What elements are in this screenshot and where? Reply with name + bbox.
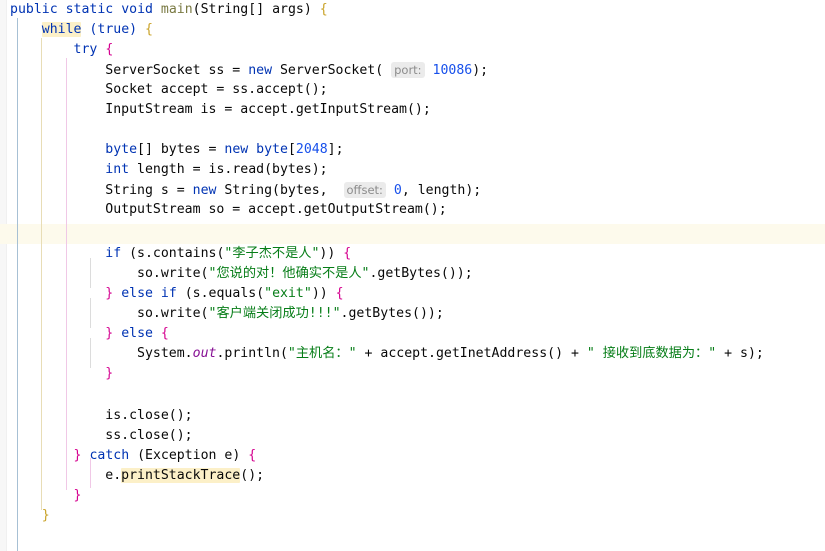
token-static-field-out: out: [192, 346, 217, 361]
code-line-17[interactable]: } else {: [10, 324, 169, 344]
token-keyword-try: try: [73, 42, 98, 57]
token-brace-close-while: }: [41, 508, 50, 523]
code-text-area[interactable]: public static void main(String[] args) {…: [0, 0, 825, 551]
code-line-22[interactable]: ss.close();: [10, 426, 192, 446]
hint-offset: offset:: [343, 182, 386, 198]
code-line-3[interactable]: try {: [10, 40, 114, 60]
token-keyword-new-1: new: [248, 63, 273, 78]
token-keyword-if-2: if: [160, 286, 177, 301]
code-line-10[interactable]: String s = new String(bytes, offset: 0, …: [10, 180, 481, 200]
token-number-port: 10086: [432, 63, 473, 78]
code-line-18[interactable]: System.out.println("主机名：" + accept.getIn…: [10, 344, 764, 364]
token-brace-open-else: {: [160, 326, 169, 341]
token-string-hostname: "主机名：": [287, 346, 357, 361]
token-string-close: "客户端关闭成功!!!": [208, 306, 341, 321]
token-keyword-if-1: if: [105, 246, 122, 261]
token-keyword-else-1: else: [121, 286, 153, 301]
token-brace-open-if: {: [343, 246, 352, 261]
token-keyword-new-3: new: [192, 183, 217, 198]
token-keyword-static: static: [65, 2, 114, 17]
token-keyword-else-2: else: [121, 326, 153, 341]
token-keyword-byte-2: byte: [256, 142, 288, 157]
token-brace-open-elseif: {: [335, 286, 344, 301]
code-line-6[interactable]: InputStream is = accept.getInputStream()…: [10, 100, 431, 120]
code-line-26[interactable]: }: [10, 506, 50, 526]
token-string-contains: "李子杰不是人": [224, 246, 320, 261]
code-line-19[interactable]: }: [10, 364, 113, 384]
token-keyword-public: public: [10, 2, 58, 17]
code-line-20[interactable]: [10, 384, 18, 404]
code-line-1[interactable]: public static void main(String[] args) {: [10, 0, 328, 20]
token-keyword-catch: catch: [89, 448, 130, 463]
code-line-16[interactable]: so.write("客户端关闭成功!!!".getBytes());: [10, 304, 444, 324]
code-line-13[interactable]: if (s.contains("李子杰不是人")) {: [10, 244, 351, 264]
hint-port: port:: [391, 62, 425, 78]
code-line-5[interactable]: Socket accept = ss.accept();: [10, 80, 327, 100]
token-number-buffer: 2048: [295, 142, 328, 157]
code-line-4[interactable]: ServerSocket ss = new ServerSocket( port…: [10, 60, 488, 80]
token-method-printstacktrace: printStackTrace: [121, 468, 241, 483]
token-method-main: main: [160, 2, 193, 17]
code-line-2[interactable]: while (true) {: [10, 20, 153, 40]
token-string-exit: "exit": [264, 286, 312, 301]
code-line-8[interactable]: byte[] bytes = new byte[2048];: [10, 140, 343, 160]
token-string-data: " 接收到底数据为：": [586, 346, 717, 361]
code-line-14[interactable]: so.write("您说的对！他确实不是人".getBytes());: [10, 264, 473, 284]
code-line-23[interactable]: } catch (Exception e) {: [10, 446, 257, 466]
token-brace-open-while: {: [145, 22, 153, 37]
token-keyword-int: int: [105, 162, 130, 177]
token-brace-open-method: {: [319, 2, 328, 17]
token-number-offset: 0: [393, 183, 402, 198]
code-line-24[interactable]: e.printStackTrace();: [10, 466, 264, 486]
code-editor[interactable]: public static void main(String[] args) {…: [0, 0, 825, 551]
token-keyword-new-2: new: [224, 142, 249, 157]
code-line-11[interactable]: OutputStream so = accept.getOutputStream…: [10, 200, 446, 220]
code-line-21[interactable]: is.close();: [10, 406, 192, 426]
token-brace-open-catch: {: [248, 448, 257, 463]
code-line-15[interactable]: } else if (s.equals("exit")) {: [10, 284, 344, 304]
token-keyword-true: true: [97, 22, 130, 37]
code-line-25[interactable]: }: [10, 486, 82, 506]
code-line-7[interactable]: [10, 120, 18, 140]
code-line-12[interactable]: [10, 224, 18, 244]
token-keyword-void: void: [121, 2, 153, 17]
code-line-9[interactable]: int length = is.read(bytes);: [10, 160, 327, 180]
token-brace-close-else: }: [105, 366, 114, 381]
token-keyword-byte-1: byte: [105, 142, 138, 157]
token-paren-while-close: ): [129, 22, 138, 37]
token-brace-close-catch: }: [73, 488, 82, 503]
token-string-reply: "您说的对！他确实不是人": [208, 266, 370, 281]
token-brace-open-try: {: [105, 42, 114, 57]
token-keyword-while: while: [41, 22, 82, 37]
